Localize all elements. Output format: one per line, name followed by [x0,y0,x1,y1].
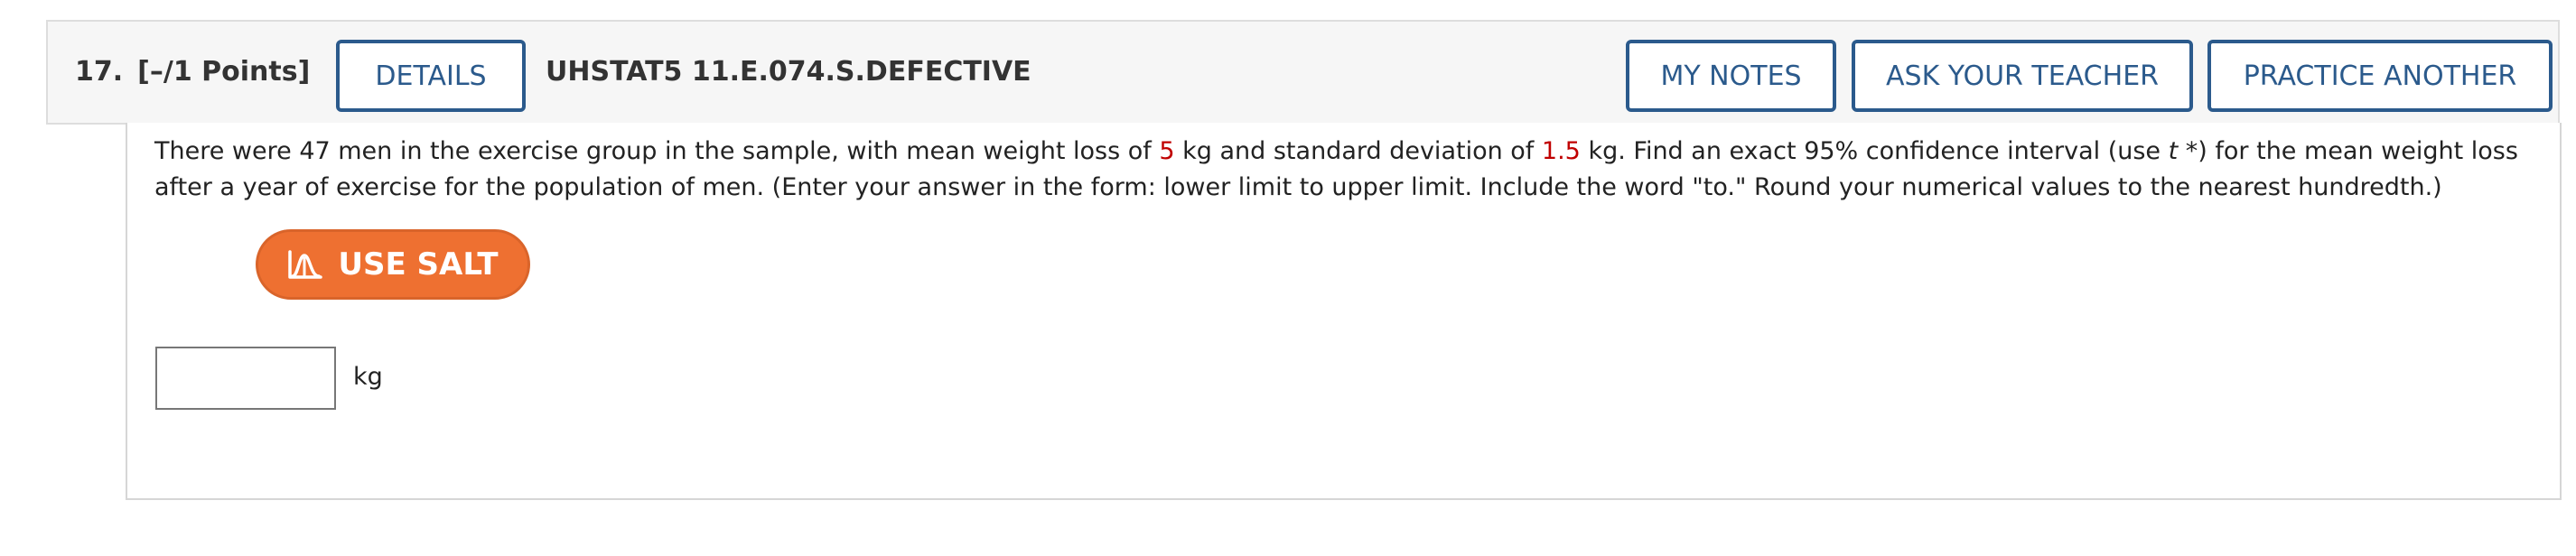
use-salt-button[interactable]: USE SALT [256,229,530,300]
question-code: UHSTAT5 11.E.074.S.DEFECTIVE [546,56,1031,88]
salt-distribution-icon [287,248,323,281]
question-number: 17. [75,56,124,88]
t-symbol: t [2168,137,2179,165]
practice-another-button[interactable]: PRACTICE ANOTHER [2207,40,2553,112]
mean-value: 5 [1159,137,1175,165]
answer-input[interactable] [155,347,336,410]
my-notes-button[interactable]: MY NOTES [1626,40,1836,112]
use-salt-label: USE SALT [338,246,499,283]
question-header: 17. [–/1 Points] DETAILS UHSTAT5 11.E.074… [46,20,2560,125]
question-container: 17. [–/1 Points] DETAILS UHSTAT5 11.E.074… [46,20,2562,500]
ask-your-teacher-button[interactable]: ASK YOUR TEACHER [1852,40,2193,112]
details-button[interactable]: DETAILS [336,40,526,112]
question-prompt: There were 47 men in the exercise group … [154,134,2539,206]
prompt-text-2: kg and standard deviation of [1174,137,1542,165]
question-number-points: 17. [–/1 Points] [75,56,324,88]
answer-unit: kg [353,363,383,391]
question-body: There were 47 men in the exercise group … [126,123,2562,500]
sd-value: 1.5 [1541,137,1581,165]
question-points: [–/1 Points] [137,56,311,88]
prompt-text-1: There were 47 men in the exercise group … [154,137,1160,165]
prompt-text-3: kg. Find an exact 95% confidence interva… [1580,137,2169,165]
